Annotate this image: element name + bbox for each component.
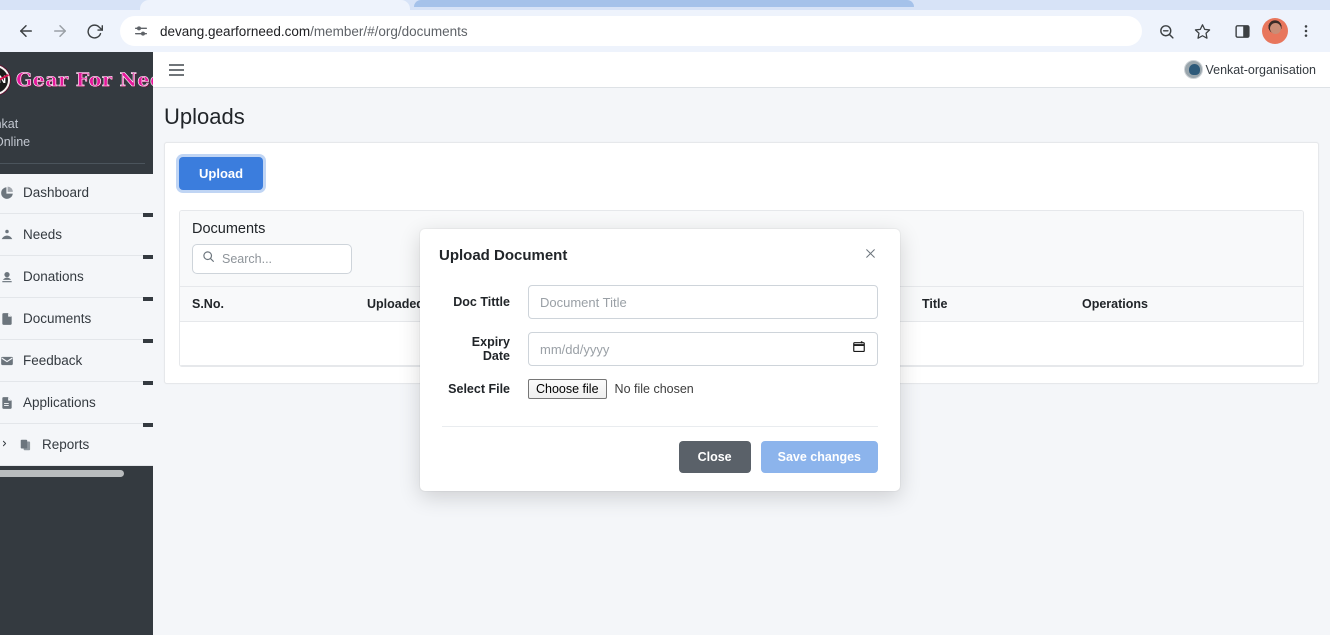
doc-title-input[interactable] <box>528 285 878 319</box>
donation-icon <box>0 270 14 284</box>
sidebar-horizontal-scrollbar[interactable] <box>0 466 153 480</box>
document-icon <box>0 396 14 410</box>
copy-icon <box>19 438 33 452</box>
organisation-name: Venkat-organisation <box>1205 62 1317 77</box>
hand-heart-icon <box>0 228 14 242</box>
select-file-label: Select File <box>448 382 510 396</box>
doc-title-label: Doc Tittle <box>453 295 510 309</box>
reload-icon[interactable] <box>78 15 110 47</box>
sidebar-item-dashboard[interactable]: Dashboard <box>0 164 153 214</box>
browser-toolbar: devang.gearforneed.com/member/#/org/docu… <box>0 10 1330 52</box>
modal-header: Upload Document <box>420 229 900 279</box>
modal-title: Upload Document <box>439 246 568 264</box>
hamburger-icon[interactable] <box>169 63 184 76</box>
choose-file-button[interactable]: Choose file <box>528 379 607 399</box>
organisation-chip[interactable]: Venkat-organisation <box>1183 60 1317 79</box>
column-header-operations[interactable]: Operations <box>1070 286 1303 322</box>
sidebar-user-status-label: Online <box>0 135 31 149</box>
table-cell <box>1070 321 1303 366</box>
sidebar-item-feedback[interactable]: Feedback <box>0 339 153 382</box>
envelope-icon <box>0 354 14 368</box>
modal-body: Doc Tittle Expiry Date Select <box>420 279 900 426</box>
save-changes-button[interactable]: Save changes <box>760 441 878 473</box>
url-domain: devang.gearforneed.com <box>160 23 311 39</box>
doc-title-row: Doc Tittle <box>442 285 878 319</box>
toolbar-right-actions <box>1220 15 1320 47</box>
sidebar-nav: Dashboard Needs Donations Documents Feed… <box>0 164 153 466</box>
app-topbar: Venkat-organisation <box>153 52 1330 88</box>
sidebar-user-name: Venkat <box>0 117 19 131</box>
omnibox-actions <box>1150 15 1218 47</box>
browser-window: devang.gearforneed.com/member/#/org/docu… <box>0 0 1330 635</box>
sidebar-user-status: Online <box>0 133 145 151</box>
sidebar-item-label: Dashboard <box>23 185 90 200</box>
sidebar-item-label: Documents <box>23 311 92 326</box>
search-input[interactable] <box>222 252 342 266</box>
select-file-row: Select File Choose file No file chosen <box>442 379 878 399</box>
organisation-avatar-icon <box>1183 60 1203 79</box>
url-path: /member/#/org/documents <box>310 23 468 39</box>
sidebar-item-label: Feedback <box>23 353 83 368</box>
expiry-date-row: Expiry Date <box>442 332 878 366</box>
address-bar[interactable]: devang.gearforneed.com/member/#/org/docu… <box>120 16 1142 46</box>
back-arrow-icon[interactable] <box>10 15 42 47</box>
search-box[interactable] <box>192 244 352 274</box>
expiry-date-wrapper <box>528 332 878 366</box>
background-tab[interactable] <box>414 0 914 7</box>
upload-document-modal: Upload Document Doc Tittle Expiry Date <box>420 229 900 491</box>
sidebar-item-label: Applications <box>23 395 96 410</box>
upload-button[interactable]: Upload <box>179 157 264 190</box>
expiry-date-input[interactable] <box>528 332 878 366</box>
three-dot-menu-icon[interactable] <box>1292 15 1320 47</box>
brand-mark-text: GFN <box>0 73 6 86</box>
profile-avatar-icon[interactable] <box>1262 18 1288 44</box>
brand-title: Gear For Need <box>16 68 153 91</box>
column-header-sno[interactable]: S.No. <box>180 286 355 322</box>
sidebar-item-donations[interactable]: Donations <box>0 255 153 298</box>
brand-mark-icon: GFN <box>0 64 10 95</box>
zoom-out-icon[interactable] <box>1150 15 1182 47</box>
sidebar-item-needs[interactable]: Needs <box>0 213 153 256</box>
sidebar-scroll-content: GFN Gear For Need Venkat Online <box>0 52 153 480</box>
search-icon <box>202 250 215 268</box>
file-icon <box>0 312 14 326</box>
sidebar-item-applications[interactable]: Applications <box>0 381 153 424</box>
brand-logo[interactable]: GFN Gear For Need <box>0 52 153 107</box>
chevron-right-icon <box>0 438 9 452</box>
file-status-text: No file chosen <box>614 382 694 396</box>
pie-chart-icon <box>0 186 14 200</box>
sidebar-item-label: Donations <box>23 269 84 284</box>
address-bar-text: devang.gearforneed.com/member/#/org/docu… <box>160 24 468 39</box>
bookmark-star-icon[interactable] <box>1186 15 1218 47</box>
active-tab[interactable] <box>140 0 410 10</box>
sidebar-item-reports[interactable]: Reports <box>0 423 153 466</box>
page-title: Uploads <box>164 104 245 129</box>
column-header-title[interactable]: Title <box>910 286 1070 322</box>
sidebar-scrollbar-thumb[interactable] <box>0 470 124 477</box>
site-settings-icon[interactable] <box>130 20 152 42</box>
modal-footer: Close Save changes <box>442 426 878 491</box>
file-input-group: Choose file No file chosen <box>528 379 878 399</box>
page-viewport: GFN Gear For Need Venkat Online <box>0 52 1330 635</box>
sidebar-item-documents[interactable]: Documents <box>0 297 153 340</box>
table-cell <box>910 321 1070 366</box>
close-x-icon[interactable] <box>860 245 881 265</box>
sidebar-item-label: Reports <box>42 437 90 452</box>
sidebar-user-block: Venkat Online <box>0 107 145 164</box>
expiry-date-label: Expiry Date <box>471 335 510 363</box>
close-button[interactable]: Close <box>678 441 751 473</box>
table-cell <box>180 321 355 366</box>
side-panel-icon[interactable] <box>1226 15 1258 47</box>
browser-tab-strip[interactable] <box>0 0 1330 10</box>
app-sidebar: GFN Gear For Need Venkat Online <box>0 52 153 635</box>
sidebar-item-label: Needs <box>23 227 63 242</box>
forward-arrow-icon[interactable] <box>44 15 76 47</box>
